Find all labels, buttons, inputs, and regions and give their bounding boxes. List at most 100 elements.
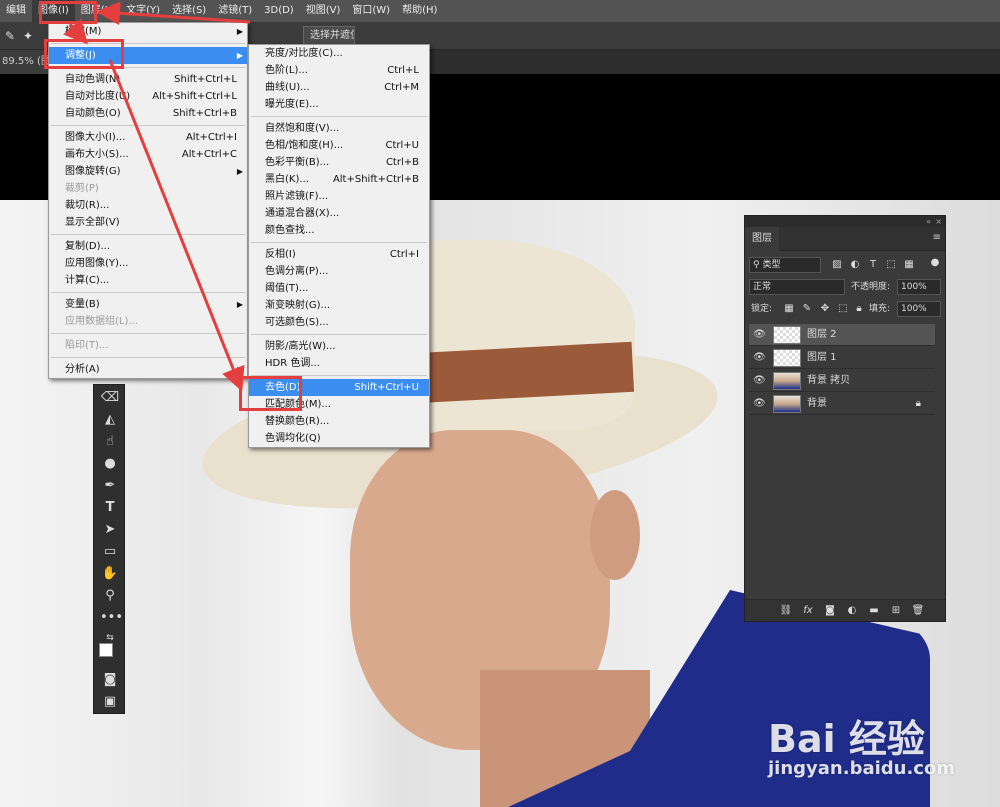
hand-icon[interactable]: ✋ [100,565,120,583]
zoom-icon[interactable]: ⚲ [100,587,120,605]
menu-item[interactable]: 曝光度(E)... [249,96,429,113]
eraser-icon[interactable]: ⌫ [100,389,120,407]
filter-shape-icon[interactable]: ⬚ [885,259,897,271]
quick-mask-icon[interactable]: ◙ [100,671,120,689]
menu-item[interactable]: 模式(M) ▶ [49,23,247,40]
tab-layers[interactable]: 图层 [745,227,779,251]
submenu-arrow-icon: ▶ [236,167,243,176]
quick-select-icon[interactable]: ✦ [20,28,36,44]
filter-smart-object-icon[interactable]: ▦ [903,259,915,271]
layer-name[interactable]: 背景 拷贝 [807,370,850,392]
panel-collapse-bar[interactable]: « × [745,216,945,227]
filter-type-icon[interactable]: T [867,259,879,271]
layer-filter-dropdown[interactable]: ⚲ 类型 [749,257,821,273]
rectangle-icon[interactable]: ▭ [100,543,120,561]
menu-item[interactable]: 裁切(R)... [49,197,247,214]
menu-item[interactable]: 曲线(U)... Ctrl+M [249,79,429,96]
layer-row[interactable]: 👁︎ 图层 1 [749,347,935,369]
menu-item[interactable]: 自然饱和度(V)... [249,120,429,137]
lock-transparent-icon[interactable]: ▦ [783,303,795,315]
layer-name[interactable]: 背景 [807,393,827,415]
screen-mode-icon[interactable]: ▣ [100,693,120,711]
adjustment-layer-icon[interactable]: ◐ [845,604,859,618]
menubar-item[interactable]: 窗口(W) [346,0,396,22]
delete-layer-icon[interactable]: 🗑︎ [911,604,925,618]
add-mask-icon[interactable]: ◙ [823,604,837,618]
menu-item[interactable]: 反相(I) Ctrl+I [249,246,429,263]
menu-item[interactable]: 计算(C)... [49,272,247,289]
menu-item[interactable]: 复制(D)... [49,238,247,255]
menubar-item[interactable]: 编辑 [0,0,32,22]
lock-all-icon[interactable]: 🔒︎ [853,303,865,315]
filter-adjustment-icon[interactable]: ◐ [849,259,861,271]
visibility-eye-icon[interactable]: 👁︎ [753,398,766,410]
link-layers-icon[interactable]: ⛓ [779,604,793,618]
menu-item[interactable]: 自动对比度(U) Alt+Shift+Ctrl+L [49,88,247,105]
menu-item[interactable]: 自动色调(N) Shift+Ctrl+L [49,71,247,88]
opacity-field[interactable]: 100% [897,279,941,295]
layer-lock-icon[interactable]: 🔒︎ [916,398,921,409]
collapse-icon[interactable]: « [926,216,931,227]
menubar-item[interactable]: 3D(D) [258,0,300,22]
menu-item[interactable]: 可选颜色(S)... [249,314,429,331]
menubar-item[interactable]: 选择(S) [166,0,212,22]
menu-item[interactable]: 显示全部(V) [49,214,247,231]
menubar-item[interactable]: 滤镜(T) [212,0,258,22]
menu-item[interactable]: 自动颜色(O) Shift+Ctrl+B [49,105,247,122]
filter-toggle-icon[interactable]: ● [929,257,941,269]
menubar-item[interactable]: 帮助(H) [396,0,443,22]
menu-item[interactable]: 色阶(L)... Ctrl+L [249,62,429,79]
layer-row[interactable]: 👁︎ 图层 2 [749,324,935,346]
path-select-icon[interactable]: ➤ [100,521,120,539]
lock-position-icon[interactable]: ✥ [819,303,831,315]
select-and-mask-button[interactable]: 选择并遮住... [303,26,355,46]
menu-item[interactable]: 色相/饱和度(H)... Ctrl+U [249,137,429,154]
menu-item[interactable]: 亮度/对比度(C)... [249,45,429,62]
menu-item[interactable]: 阈值(T)... [249,280,429,297]
menu-item[interactable]: 通道混合器(X)... [249,205,429,222]
menu-item[interactable]: 图像大小(I)... Alt+Ctrl+I [49,129,247,146]
layer-row[interactable]: 👁︎ 背景 拷贝 [749,370,935,392]
filter-pixel-icon[interactable]: ▨ [831,259,843,271]
lock-image-icon[interactable]: ✎ [801,303,813,315]
blend-mode-dropdown[interactable]: 正常 [749,279,845,295]
menu-item[interactable]: 黑白(K)... Alt+Shift+Ctrl+B [249,171,429,188]
menu-item[interactable]: 渐变映射(G)... [249,297,429,314]
menu-item[interactable]: 色彩平衡(B)... Ctrl+B [249,154,429,171]
smudge-icon[interactable]: ☝ [100,433,120,451]
type-icon[interactable]: T [100,499,120,517]
menu-item[interactable]: 颜色查找... [249,222,429,239]
menu-item[interactable]: 阴影/高光(W)... [249,338,429,355]
layer-name[interactable]: 图层 2 [807,324,837,346]
menu-item[interactable]: 色调分离(P)... [249,263,429,280]
menu-item[interactable]: 替换颜色(R)... [249,413,429,430]
close-icon[interactable]: × [935,216,942,227]
menu-item[interactable]: 图像旋转(G) ▶ [49,163,247,180]
paint-bucket-icon[interactable]: ◭ [100,411,120,429]
menu-item[interactable]: 变量(B) ▶ [49,296,247,313]
pen-icon[interactable]: ✒ [100,477,120,495]
foreground-color-swatch[interactable] [99,643,113,657]
more-tools-icon[interactable]: ••• [100,609,123,627]
panel-menu-icon[interactable]: ≡ [933,233,941,243]
new-group-icon[interactable]: ▬ [867,604,881,618]
menubar-item[interactable]: 文字(Y) [120,0,166,22]
menu-item[interactable]: 分析(A) ▶ [49,361,247,378]
menu-item[interactable]: 照片滤镜(F)... [249,188,429,205]
menu-item[interactable]: 画布大小(S)... Alt+Ctrl+C [49,146,247,163]
fill-field[interactable]: 100% [897,301,941,317]
visibility-eye-icon[interactable]: 👁︎ [753,375,766,387]
menu-item[interactable]: HDR 色调... [249,355,429,372]
fx-icon[interactable]: fx [801,604,815,618]
visibility-eye-icon[interactable]: 👁︎ [753,352,766,364]
layer-row[interactable]: 👁︎ 背景 🔒︎ [749,393,935,415]
brush-preset-icon[interactable]: ✎ [2,28,18,44]
menubar-item[interactable]: 视图(V) [300,0,347,22]
menu-item[interactable]: 色调均化(Q) [249,430,429,447]
layer-name[interactable]: 图层 1 [807,347,837,369]
new-layer-icon[interactable]: ⊞ [889,604,903,618]
menu-item[interactable]: 应用图像(Y)... [49,255,247,272]
dodge-icon[interactable]: ● [100,455,120,473]
lock-artboard-icon[interactable]: ⬚ [837,303,849,315]
visibility-eye-icon[interactable]: 👁︎ [753,329,766,341]
